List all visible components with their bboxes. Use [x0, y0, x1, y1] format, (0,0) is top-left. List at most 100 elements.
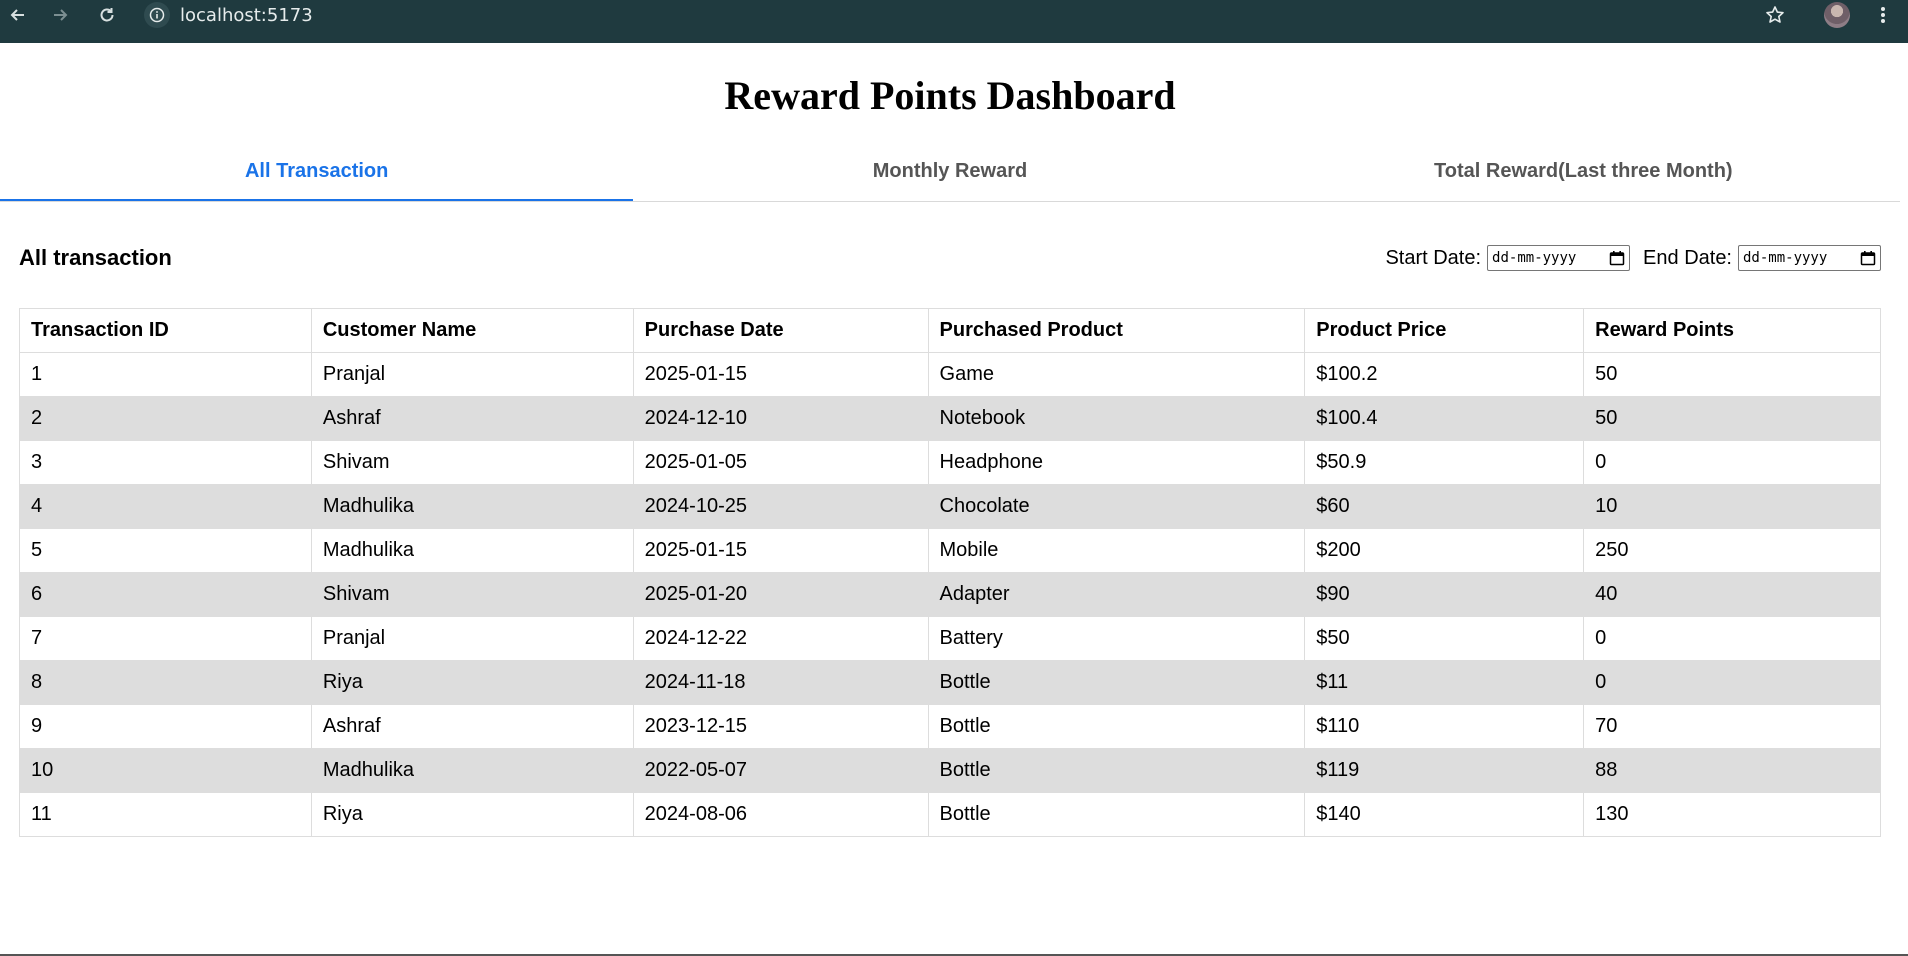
table-cell: Riya — [310, 660, 634, 705]
table-cell: 5 — [19, 528, 312, 573]
table-cell: 1 — [19, 352, 312, 397]
end-date-input[interactable]: dd-mm-yyyy — [1738, 245, 1881, 271]
table-cell: 10 — [1583, 484, 1881, 529]
end-date-placeholder: dd-mm-yyyy — [1743, 250, 1828, 266]
table-cell: Notebook — [927, 396, 1306, 441]
table-cell: $60 — [1304, 484, 1585, 529]
tab-monthly-reward[interactable]: Monthly Reward — [633, 150, 1266, 201]
bookmark-star-icon[interactable] — [1762, 2, 1788, 28]
address-bar[interactable]: localhost:5173 — [144, 2, 313, 28]
table-cell: $90 — [1304, 572, 1585, 617]
browser-toolbar: localhost:5173 — [0, 0, 1908, 43]
start-date-label: Start Date: — [1385, 246, 1482, 269]
section-title: All transaction — [19, 245, 172, 270]
table-cell: $50 — [1304, 616, 1585, 661]
table-cell: 4 — [19, 484, 312, 529]
table-row: 3 Shivam 2025-01-05 Headphone $50.9 0 — [19, 440, 1881, 485]
transactions-table: Transaction ID Customer Name Purchase Da… — [19, 308, 1881, 837]
calendar-icon[interactable] — [1609, 250, 1625, 266]
table-cell: 2023-12-15 — [632, 704, 929, 749]
table-cell: Bottle — [927, 748, 1306, 793]
table-cell: 2024-10-25 — [632, 484, 929, 529]
table-cell: Mobile — [927, 528, 1306, 573]
table-cell: $119 — [1304, 748, 1585, 793]
start-date-input[interactable]: dd-mm-yyyy — [1487, 245, 1631, 271]
table-row: 2 Ashraf 2024-12-10 Notebook $100.4 50 — [19, 396, 1881, 441]
table-cell: $110 — [1304, 704, 1585, 749]
back-arrow-icon[interactable] — [5, 2, 31, 28]
table-row: 9 Ashraf 2023-12-15 Bottle $110 70 — [19, 704, 1881, 749]
table-cell: Pranjal — [310, 352, 634, 397]
site-info-icon[interactable] — [144, 2, 170, 28]
tab-bar: All Transaction Monthly Reward Total Rew… — [0, 150, 1900, 202]
table-cell: 8 — [19, 660, 312, 705]
forward-arrow-icon[interactable] — [47, 2, 73, 28]
table-cell: Adapter — [927, 572, 1306, 617]
table-cell: 2025-01-20 — [632, 572, 929, 617]
table-cell: Battery — [927, 616, 1306, 661]
column-header: Transaction ID — [19, 308, 312, 353]
table-cell: $200 — [1304, 528, 1585, 573]
table-row: 7 Pranjal 2024-12-22 Battery $50 0 — [19, 616, 1881, 661]
url-text[interactable]: localhost:5173 — [180, 5, 313, 26]
table-cell: 11 — [19, 792, 312, 837]
column-header: Purchase Date — [632, 308, 929, 353]
table-cell: 2022-05-07 — [632, 748, 929, 793]
table-cell: Headphone — [927, 440, 1306, 485]
table-cell: 3 — [19, 440, 312, 485]
table-cell: Madhulika — [310, 528, 634, 573]
table-cell: 0 — [1583, 440, 1881, 485]
table-cell: $50.9 — [1304, 440, 1585, 485]
table-cell: Riya — [310, 792, 634, 837]
table-cell: Ashraf — [310, 396, 634, 441]
table-cell: 2024-12-22 — [632, 616, 929, 661]
table-row: 10 Madhulika 2022-05-07 Bottle $119 88 — [19, 748, 1881, 793]
table-cell: 50 — [1583, 396, 1881, 441]
tab-label: All Transaction — [244, 160, 389, 182]
end-date-label: End Date: — [1643, 246, 1732, 269]
table-cell: 88 — [1583, 748, 1881, 793]
table-cell: 250 — [1583, 528, 1881, 573]
calendar-icon[interactable] — [1860, 250, 1876, 266]
table-cell: 2024-11-18 — [632, 660, 929, 705]
table-cell: Shivam — [310, 572, 634, 617]
table-cell: Pranjal — [310, 616, 634, 661]
table-cell: 6 — [19, 572, 312, 617]
table-cell: Bottle — [927, 792, 1306, 837]
table-cell: $140 — [1304, 792, 1585, 837]
table-cell: Madhulika — [310, 484, 634, 529]
tab-label: Monthly Reward — [872, 160, 1028, 182]
table-row: 11 Riya 2024-08-06 Bottle $140 130 — [19, 792, 1881, 837]
table-cell: 2 — [19, 396, 312, 441]
tab-label: Total Reward(Last three Month) — [1434, 160, 1733, 182]
tab-total-reward[interactable]: Total Reward(Last three Month) — [1267, 150, 1900, 201]
table-cell: 7 — [19, 616, 312, 661]
column-header: Product Price — [1304, 308, 1585, 353]
table-cell: $11 — [1304, 660, 1585, 705]
table-body: 1 Pranjal 2025-01-15 Game $100.2 50 2 Ashraf 202… — [19, 352, 1881, 837]
table-cell: 9 — [19, 704, 312, 749]
start-date-placeholder: dd-mm-yyyy — [1492, 250, 1577, 266]
table-row: 4 Madhulika 2024-10-25 Chocolate $60 10 — [19, 484, 1881, 529]
column-header: Customer Name — [310, 308, 634, 353]
table-cell: Chocolate — [927, 484, 1306, 529]
menu-kebab-icon[interactable] — [1870, 2, 1896, 28]
table-cell: 130 — [1583, 792, 1881, 837]
table-cell: 2024-08-06 — [632, 792, 929, 837]
table-cell: $100.4 — [1304, 396, 1585, 441]
column-header: Purchased Product — [927, 308, 1306, 353]
tab-all-transaction[interactable]: All Transaction — [0, 150, 634, 201]
page-title: Reward Points Dashboard — [724, 73, 1176, 118]
avatar[interactable] — [1824, 2, 1850, 28]
date-filters: Start Date: dd-mm-yyyy End Date: dd-mm-y… — [1385, 245, 1881, 271]
column-header: Reward Points — [1583, 308, 1881, 353]
table-cell: 2025-01-15 — [632, 352, 929, 397]
profile-avatar-icon[interactable] — [1824, 2, 1850, 28]
table-cell: 0 — [1583, 616, 1881, 661]
table-cell: $100.2 — [1304, 352, 1585, 397]
reload-icon[interactable] — [94, 2, 120, 28]
table-cell: Game — [927, 352, 1306, 397]
table-row: 8 Riya 2024-11-18 Bottle $11 0 — [19, 660, 1881, 705]
table-header-row: Transaction ID Customer Name Purchase Da… — [19, 308, 1881, 353]
section-header: All transaction Start Date: dd-mm-yyyy E… — [19, 240, 1881, 276]
